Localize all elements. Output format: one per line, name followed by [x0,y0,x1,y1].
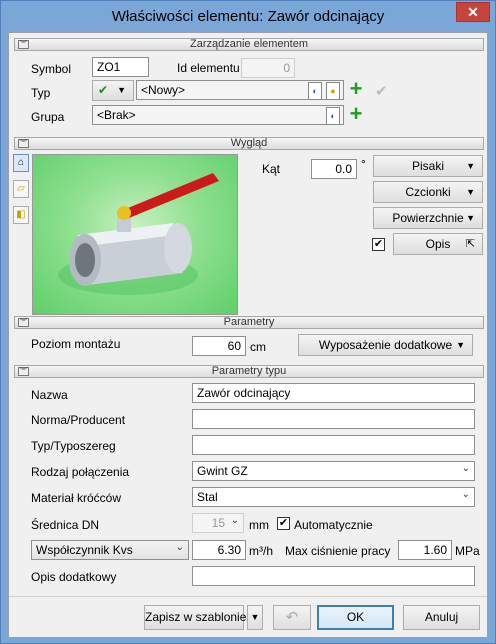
mount-level-input[interactable]: 60 [192,336,246,356]
angle-unit: ° [361,157,366,171]
id-label: Id elementu [177,61,240,75]
dn-unit: mm [249,518,269,532]
series-input[interactable] [192,435,475,455]
connection-select[interactable]: Gwint GZ ⌄ [192,461,475,481]
dialog-body: ︾ Zarządzanie elementem Symbol ZO1 Id el… [8,32,488,638]
view-box-icon[interactable]: ◧ [13,206,29,224]
name-label: Nazwa [31,388,68,402]
dn-select: 15 ⌄ [192,513,244,533]
collapse-chevron-icon[interactable]: ︾ [18,139,29,148]
type-status-dropdown[interactable]: ✔ ▼ [92,80,134,101]
open-dialog-icon: ⇱ [465,238,475,250]
chevron-down-icon: ▼ [250,612,260,622]
mount-level-label: Poziom montażu [31,337,121,351]
extra-desc-label: Opis dodatkowy [31,570,117,584]
kvs-input[interactable]: 6.30 [192,540,246,560]
group-select[interactable]: <Brak> [92,105,344,125]
pens-button[interactable]: Pisaki ▼ [373,155,483,177]
angle-input[interactable]: 0.0 [311,159,357,179]
dialog-window: Właściwości elementu: Zawór odcinający ✕… [0,0,496,644]
collapse-chevron-icon[interactable]: ︾ [18,40,29,49]
chevron-down-icon: ⌄ [461,489,470,500]
title-bar[interactable]: Właściwości elementu: Zawór odcinający ✕ [1,1,495,32]
desc-checkbox[interactable]: ✔ [372,238,385,251]
confirm-type-icon[interactable]: ✔ [375,82,388,100]
section-look-header[interactable]: ︾ Wygląd [14,137,484,150]
checkmark-icon: ✔ [98,83,109,97]
max-pressure-unit: MPa [455,544,480,558]
save-template-dropdown[interactable]: ▼ [247,605,263,630]
id-input: 0 [241,58,295,78]
view-3d-icon[interactable]: ⌂ [13,154,29,172]
kvs-unit: m³/h [249,544,273,558]
coefficient-select[interactable]: Współczynnik Kvs ⌄ [31,540,189,560]
chevron-down-icon: ▼ [466,187,475,197]
edit-type-icon[interactable]: ◐ [308,82,322,100]
cancel-button[interactable]: Anuluj [403,605,480,630]
window-title: Właściwości elementu: Zawór odcinający [111,8,385,25]
valve-illustration [58,173,219,295]
equipment-button[interactable]: Wyposażenie dodatkowe ▼ [298,334,473,356]
chevron-down-icon: ▼ [117,85,126,95]
dn-label: Średnica DN [31,518,100,532]
symbol-input[interactable]: ZO1 [92,57,149,77]
element-preview-image [32,154,238,315]
desc-button[interactable]: Opis ⇱ [393,233,483,255]
surfaces-button[interactable]: Powierzchnie ▼ [373,207,483,229]
max-pressure-input[interactable]: 1.60 [398,540,452,560]
chevron-down-icon: ▼ [466,161,475,171]
auto-checkbox[interactable]: ✔ [277,517,290,530]
collapse-chevron-icon[interactable]: ︾ [18,318,29,327]
chevron-down-icon: ⌄ [230,515,239,526]
chevron-down-icon: ▼ [456,340,465,350]
section-type-params-header[interactable]: ︾ Parametry typu [14,365,484,378]
section-params-header[interactable]: ︾ Parametry [14,316,484,329]
view-plan-icon[interactable]: ▱ [13,180,29,198]
mount-level-unit: cm [250,340,266,354]
name-input[interactable]: Zawór odcinający [192,383,475,403]
fonts-button[interactable]: Czcionki ▼ [373,181,483,203]
material-label: Materiał króćców [31,491,122,505]
symbol-label: Symbol [31,62,72,76]
group-label: Grupa [31,110,65,124]
norm-input[interactable] [192,409,475,429]
max-pressure-label: Max ciśnienie pracy [285,544,391,558]
norm-label: Norma/Producent [31,413,126,427]
material-select[interactable]: Stal ⌄ [192,487,475,507]
undo-button[interactable]: ↶ [273,605,311,630]
section-manage-header[interactable]: ︾ Zarządzanie elementem [14,38,484,51]
footer-divider [9,596,487,597]
type-color-icon[interactable]: ● [326,82,340,100]
chevron-down-icon: ⌄ [175,542,184,553]
auto-label: Automatycznie [294,518,373,532]
type-label: Typ [31,86,51,100]
save-template-button[interactable]: Zapisz w szablonie [144,605,246,630]
undo-icon: ↶ [285,609,299,626]
collapse-chevron-icon[interactable]: ︾ [18,367,29,376]
connection-label: Rodzaj połączenia [31,465,130,479]
close-button[interactable]: ✕ [456,2,490,22]
ok-button[interactable]: OK [317,605,394,630]
chevron-down-icon: ▼ [466,213,475,223]
add-type-icon[interactable]: + [347,78,365,100]
angle-label: Kąt [262,162,281,176]
series-label: Typ/Typoszereg [31,439,116,453]
edit-group-icon[interactable]: ◐ [326,107,340,125]
extra-desc-input[interactable] [192,566,475,586]
add-group-icon[interactable]: + [347,103,365,125]
chevron-down-icon: ⌄ [461,463,470,474]
